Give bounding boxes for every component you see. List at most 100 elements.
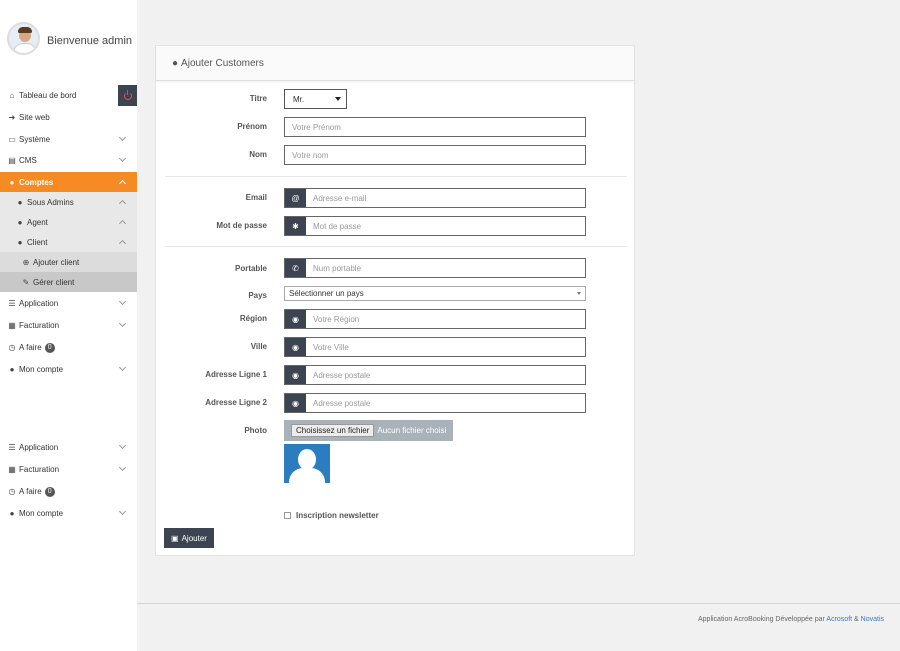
panel-title: Ajouter Customers	[181, 57, 264, 69]
sidebar-item-label: Ajouter client	[33, 257, 80, 267]
ajouter-button[interactable]: ▣ Ajouter	[164, 528, 214, 548]
sidebar-item-label: Facturation	[19, 465, 60, 474]
chevron-down-icon	[118, 463, 127, 472]
divider	[165, 246, 627, 247]
sidebar-item-ajouter-client[interactable]: ⊕ Ajouter client	[0, 252, 137, 272]
prenom-input[interactable]: Votre Prénom	[284, 117, 586, 137]
sidebar-item-application[interactable]: ☰ Application	[0, 293, 137, 314]
sidebar: Bienvenue admin ⌂ Tableau de bord ➜ Site…	[0, 0, 137, 651]
adresse1-input[interactable]: ◉ Adresse postale	[284, 365, 586, 385]
choose-file-button[interactable]: Choisissez un fichier	[291, 424, 375, 437]
sidebar-item-label: Gérer client	[33, 277, 75, 287]
nom-input[interactable]: Votre nom	[284, 145, 586, 165]
pays-select[interactable]: Sélectionner un pays	[284, 286, 586, 301]
sidebar-item-site-web[interactable]: ➜ Site web	[0, 107, 137, 128]
portable-label: Portable	[234, 264, 267, 273]
sidebar-item-tableau-de-bord[interactable]: ⌂ Tableau de bord	[0, 85, 137, 106]
titre-select[interactable]: Mr.	[284, 89, 347, 109]
user-icon: ●	[9, 509, 15, 518]
footer-text: Application AcroBooking Développée par A…	[698, 616, 884, 623]
ville-label: Ville	[250, 342, 267, 351]
photo-preview	[284, 444, 330, 483]
count-badge: 0	[44, 486, 55, 497]
sidebar-item-label: Tableau de bord	[19, 91, 77, 100]
portable-input[interactable]: ✆ Num portable	[284, 258, 586, 278]
newsletter-label: Inscription newsletter	[296, 511, 379, 520]
photo-file-input[interactable]: Choisissez un fichier Aucun fichier choi…	[284, 420, 453, 441]
plus-circle-icon: ⊕	[22, 257, 30, 267]
sidebar-item-mon-compte[interactable]: ● Mon compte	[0, 359, 137, 380]
prenom-label: Prénom	[237, 122, 267, 131]
footer: Application AcroBooking Développée par A…	[137, 603, 900, 651]
asterisk-icon: ✱	[285, 217, 306, 235]
profile-header: Bienvenue admin	[0, 0, 137, 80]
file-status: Aucun fichier choisi	[377, 426, 447, 435]
pays-label: Pays	[248, 291, 267, 300]
password-input[interactable]: ✱ Mot de passe	[284, 216, 586, 236]
user-icon: ●	[172, 57, 179, 69]
sidebar-item-label: Mon compte	[19, 509, 64, 518]
ajouter-label: Ajouter	[181, 533, 207, 543]
sidebar-item-agent[interactable]: ● Agent	[0, 212, 137, 232]
email-input[interactable]: @ Adresse e-mail	[284, 188, 586, 208]
sidebar-item-sous-admins[interactable]: ● Sous Admins	[0, 192, 137, 212]
sidebar-item-cms[interactable]: ▤ CMS	[0, 150, 137, 171]
laptop-icon: ▭	[8, 135, 16, 144]
user-icon: ●	[17, 217, 23, 227]
pays-value: Sélectionner un pays	[289, 289, 364, 298]
clock-icon: ◷	[8, 487, 16, 496]
sidebar-item-label: Mon compte	[19, 365, 64, 374]
sidebar-item-facturation-2[interactable]: ▦ Facturation	[0, 459, 137, 480]
newsletter-checkbox[interactable]	[284, 512, 291, 519]
photo-label: Photo	[244, 426, 267, 435]
footer-credit: Application AcroBooking Développée par	[697, 616, 827, 623]
chevron-up-icon	[118, 219, 127, 228]
titre-value: Mr.	[293, 94, 305, 104]
region-label: Région	[239, 314, 267, 323]
newsletter-checkbox-row[interactable]: Inscription newsletter	[284, 511, 379, 520]
sidebar-item-comptes[interactable]: ● Comptes	[0, 172, 137, 193]
region-placeholder: Votre Région	[313, 314, 360, 324]
sidebar-item-label: Agent	[27, 217, 48, 227]
sidebar-item-client[interactable]: ● Client	[0, 232, 137, 252]
globe-icon: ◉	[285, 394, 306, 412]
sidebar-item-a-faire[interactable]: ◷ A faire 0	[0, 337, 137, 358]
sign-in-icon: ➜	[8, 113, 16, 122]
user-icon: ●	[17, 237, 23, 247]
sidebar-item-label: A faire	[19, 487, 42, 496]
acrosoft-link[interactable]: Acrosoft	[826, 616, 852, 623]
novatis-link[interactable]: Novatis	[861, 616, 884, 623]
adresse2-placeholder: Adresse postale	[313, 398, 371, 408]
divider	[165, 176, 627, 177]
sidebar-item-gerer-client[interactable]: ✎ Gérer client	[0, 272, 137, 292]
at-icon: @	[285, 189, 306, 207]
sidebar-item-label: Sous Admins	[27, 197, 74, 207]
phone-icon: ✆	[285, 259, 306, 277]
sidebar-item-application-2[interactable]: ☰ Application	[0, 437, 137, 458]
user-icon: ●	[9, 178, 15, 187]
power-icon	[123, 89, 132, 100]
portable-placeholder: Num portable	[313, 263, 362, 273]
power-button[interactable]	[118, 85, 137, 106]
welcome-text: Bienvenue admin	[47, 35, 133, 47]
sidebar-item-facturation[interactable]: ▦ Facturation	[0, 315, 137, 336]
sidebar-item-label: A faire	[19, 343, 42, 352]
avatar[interactable]	[7, 22, 40, 55]
chevron-down-icon	[118, 319, 127, 328]
sidebar-item-systeme[interactable]: ▭ Système	[0, 129, 137, 150]
chevron-up-icon	[118, 239, 127, 248]
region-input[interactable]: ◉ Votre Région	[284, 309, 586, 329]
chevron-down-icon	[118, 507, 127, 516]
globe-icon: ◉	[285, 310, 306, 328]
adresse2-input[interactable]: ◉ Adresse postale	[284, 393, 586, 413]
globe-icon: ◉	[285, 366, 306, 384]
edit-icon: ✎	[22, 277, 30, 287]
sidebar-item-mon-compte-2[interactable]: ● Mon compte	[0, 503, 137, 524]
user-icon: ●	[17, 197, 23, 207]
chevron-down-icon	[118, 297, 127, 306]
chevron-down-icon	[118, 441, 127, 450]
customer-form-panel: ● Ajouter Customers Titre Mr. Prénom Vot…	[155, 45, 635, 556]
sidebar-item-a-faire-2[interactable]: ◷ A faire 0	[0, 481, 137, 502]
titre-label: Titre	[249, 94, 267, 103]
ville-input[interactable]: ◉ Votre Ville	[284, 337, 586, 357]
